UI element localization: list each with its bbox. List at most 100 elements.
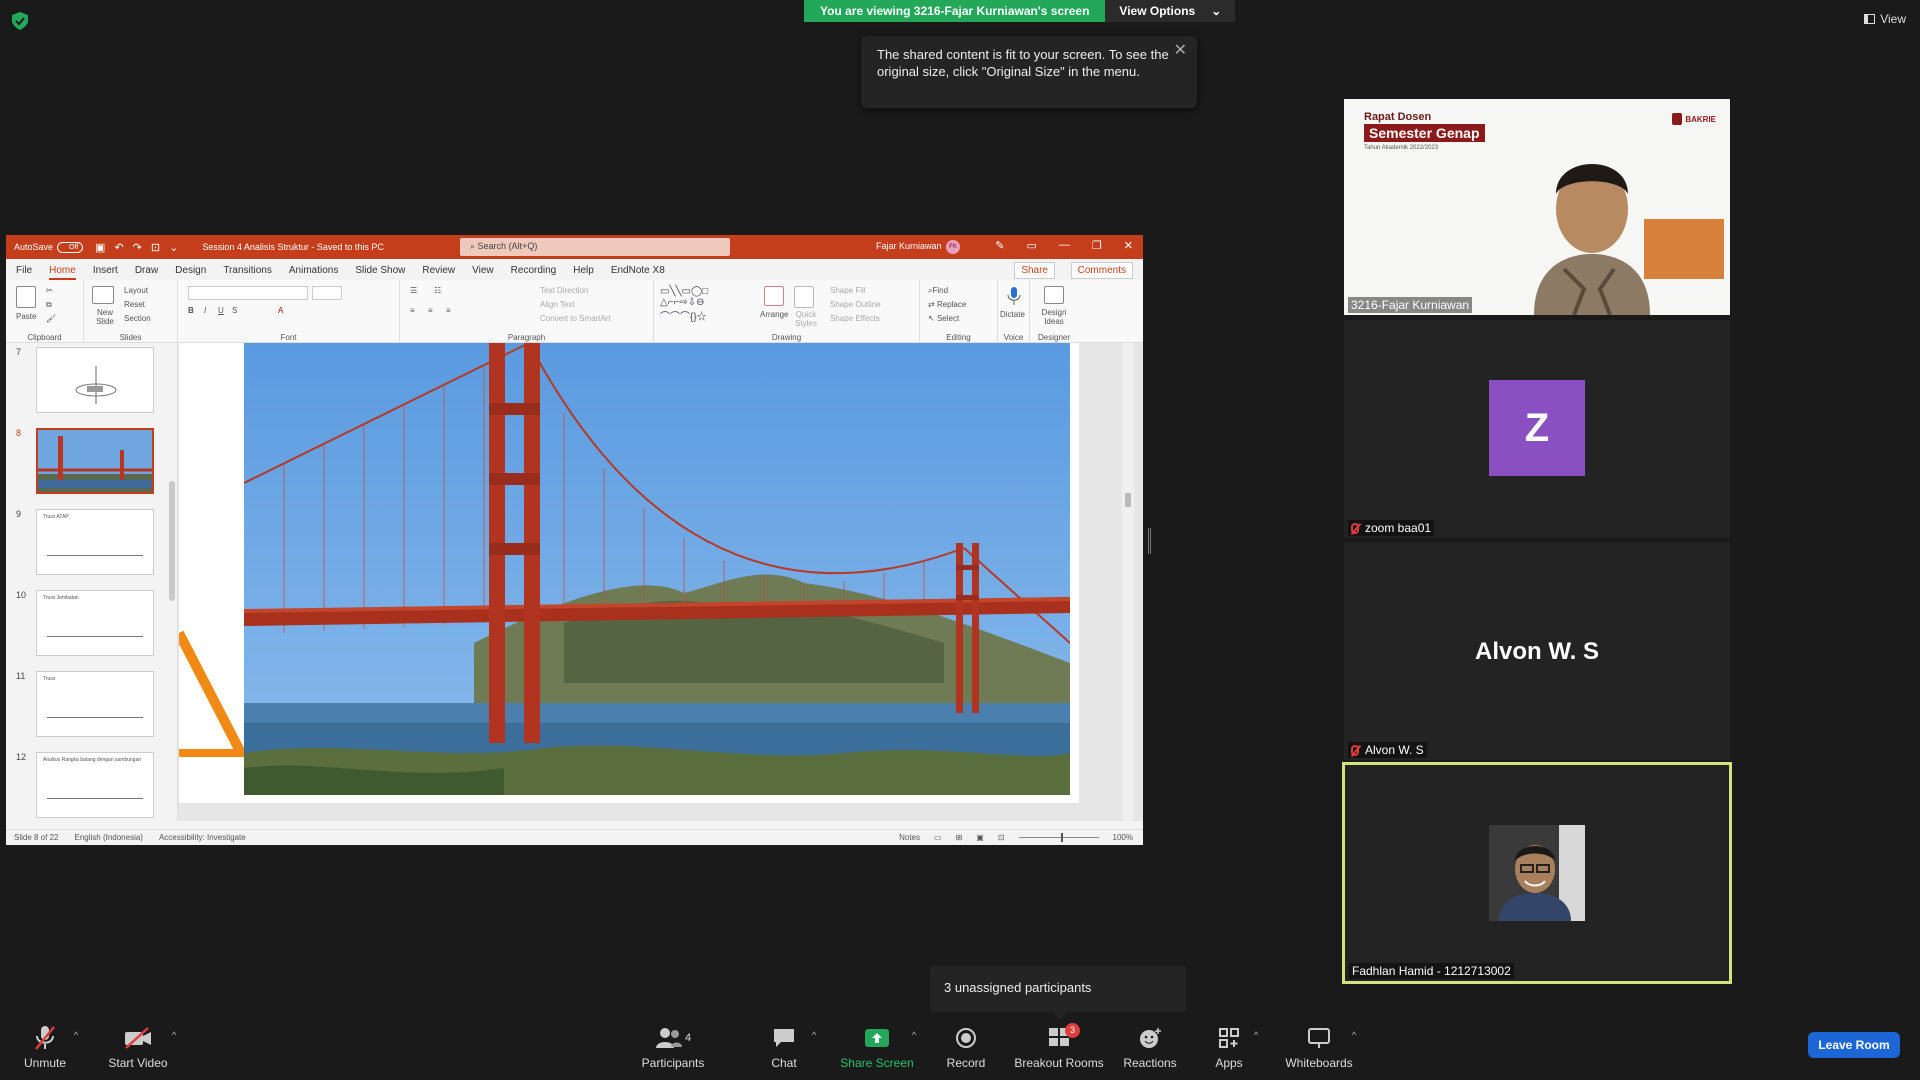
bold-icon[interactable]: B bbox=[188, 306, 194, 315]
tab-slide-show[interactable]: Slide Show bbox=[355, 265, 405, 280]
autosave-toggle[interactable]: AutoSave Off bbox=[14, 241, 84, 253]
align-text-button[interactable]: Align Text bbox=[540, 300, 575, 309]
tab-endnote[interactable]: EndNote X8 bbox=[611, 265, 665, 280]
tab-draw[interactable]: Draw bbox=[135, 265, 158, 280]
video-tile-fadhlan[interactable]: Fadhlan Hamid - 1212713002 bbox=[1342, 762, 1732, 984]
align-left-icon[interactable]: ≡ bbox=[410, 306, 415, 315]
undo-icon[interactable]: ↶ bbox=[114, 241, 123, 254]
slideshow-icon[interactable]: ⊡ bbox=[998, 833, 1005, 842]
tab-review[interactable]: Review bbox=[422, 265, 455, 280]
font-name-select[interactable] bbox=[188, 286, 308, 300]
reading-view-icon[interactable]: ▣ bbox=[976, 833, 984, 842]
reactions-button[interactable]: Reactions bbox=[1122, 1024, 1178, 1070]
comments-button[interactable]: Comments bbox=[1070, 262, 1133, 279]
shapes-gallery[interactable]: ▭╲╲▭◯□ △⌐⌐⇨⇩⊖ ⌒⌒⌒{}☆ bbox=[660, 286, 750, 326]
zoom-slider[interactable] bbox=[1018, 833, 1099, 842]
text-direction-button[interactable]: Text Direction bbox=[540, 286, 588, 295]
tab-view[interactable]: View bbox=[472, 265, 494, 280]
search-input[interactable]: ⌕ Search (Alt+Q) bbox=[460, 238, 730, 256]
section-button[interactable]: Section bbox=[124, 314, 151, 323]
paste-icon[interactable] bbox=[16, 286, 36, 308]
tab-insert[interactable]: Insert bbox=[93, 265, 118, 280]
new-slide-icon[interactable] bbox=[92, 286, 114, 304]
layout-button[interactable]: Layout bbox=[124, 286, 148, 295]
participants-button[interactable]: 4 Participants bbox=[640, 1024, 706, 1070]
shape-outline-button[interactable]: Shape Outline bbox=[830, 300, 881, 309]
user-name[interactable]: Fajar Kurniawan bbox=[876, 241, 942, 251]
share-screen-button[interactable]: Share Screen bbox=[840, 1024, 914, 1070]
font-color-icon[interactable]: A bbox=[278, 306, 283, 315]
find-button[interactable]: ⌕Find bbox=[928, 286, 948, 296]
slide-scrollbar[interactable] bbox=[1122, 343, 1134, 821]
view-button[interactable]: View bbox=[1864, 12, 1906, 26]
leave-room-button[interactable]: Leave Room bbox=[1808, 1032, 1900, 1058]
unmute-button[interactable]: Unmute bbox=[20, 1024, 70, 1070]
zoom-level[interactable]: 100% bbox=[1113, 833, 1133, 842]
shared-screen[interactable]: AutoSave Off ▣ ↶ ↷ ⊡ ⌄ Session 4 Analisi… bbox=[6, 235, 1143, 845]
copy-icon[interactable]: ⧉ bbox=[46, 300, 52, 310]
microphone-icon[interactable] bbox=[1006, 286, 1022, 306]
numbering-icon[interactable]: ☷ bbox=[434, 286, 441, 295]
view-options-button[interactable]: View Options ⌄ bbox=[1105, 0, 1236, 22]
shape-fill-button[interactable]: Shape Fill bbox=[830, 286, 866, 295]
video-tile-zoom-baa01[interactable]: Z zoom baa01 bbox=[1344, 320, 1730, 538]
tab-recording[interactable]: Recording bbox=[511, 265, 557, 280]
slide-sorter-icon[interactable]: ⊞ bbox=[956, 833, 963, 842]
cut-icon[interactable]: ✂ bbox=[46, 286, 53, 295]
present-icon[interactable]: ⊡ bbox=[151, 241, 160, 254]
chevron-up-icon[interactable]: ^ bbox=[74, 1030, 78, 1040]
design-ideas-button[interactable]: Design Ideas bbox=[1038, 308, 1070, 326]
apps-button[interactable]: Apps bbox=[1214, 1024, 1244, 1070]
design-ideas-icon[interactable] bbox=[1044, 286, 1064, 304]
chevron-up-icon[interactable]: ^ bbox=[172, 1030, 176, 1040]
start-video-button[interactable]: Start Video bbox=[106, 1024, 170, 1070]
restore-icon[interactable]: ❐ bbox=[1092, 239, 1102, 252]
tab-file[interactable]: File bbox=[16, 265, 32, 280]
share-button[interactable]: Share bbox=[1014, 262, 1055, 279]
redo-icon[interactable]: ↷ bbox=[133, 241, 142, 254]
unassigned-participants-popup[interactable]: 3 unassigned participants bbox=[930, 966, 1186, 1020]
normal-view-icon[interactable]: ▭ bbox=[934, 833, 942, 842]
avatar[interactable]: FK bbox=[946, 240, 960, 254]
video-tile-alvon[interactable]: Alvon W. S Alvon W. S bbox=[1344, 542, 1730, 760]
chevron-up-icon[interactable]: ^ bbox=[1352, 1030, 1356, 1040]
replace-button[interactable]: ⇄ Replace bbox=[928, 300, 966, 309]
breakout-rooms-button[interactable]: 3 Breakout Rooms bbox=[1012, 1022, 1106, 1070]
format-painter-icon[interactable]: 🖌 bbox=[46, 314, 56, 323]
ribbon-display-icon[interactable]: ▭ bbox=[1027, 239, 1037, 252]
shape-effects-button[interactable]: Shape Effects bbox=[830, 314, 880, 323]
thumbnail-scrollbar[interactable] bbox=[168, 351, 176, 811]
bullets-icon[interactable]: ☰ bbox=[410, 286, 417, 295]
arrange-icon[interactable] bbox=[764, 286, 784, 306]
chat-button[interactable]: Chat bbox=[766, 1024, 802, 1070]
italic-icon[interactable]: I bbox=[204, 306, 206, 315]
chevron-up-icon[interactable]: ^ bbox=[1254, 1030, 1258, 1040]
dictate-button[interactable]: Dictate bbox=[1000, 310, 1025, 319]
tab-transitions[interactable]: Transitions bbox=[223, 265, 272, 280]
minimize-icon[interactable]: — bbox=[1059, 239, 1070, 252]
close-icon[interactable]: ✕ bbox=[1124, 239, 1133, 252]
current-slide[interactable] bbox=[179, 343, 1079, 803]
align-center-icon[interactable]: ≡ bbox=[428, 306, 433, 315]
tab-animations[interactable]: Animations bbox=[289, 265, 338, 280]
language[interactable]: English (Indonesia) bbox=[74, 833, 142, 842]
tab-home[interactable]: Home bbox=[49, 265, 76, 280]
notes-button[interactable]: Notes bbox=[899, 833, 920, 842]
accessibility-status[interactable]: Accessibility: Investigate bbox=[159, 833, 246, 842]
quick-styles-icon[interactable] bbox=[794, 286, 814, 308]
view-splitter[interactable] bbox=[1148, 528, 1151, 554]
whiteboards-button[interactable]: Whiteboards bbox=[1284, 1024, 1354, 1070]
video-tile-fajar[interactable]: Rapat Dosen Semester Genap Tahun Akademi… bbox=[1344, 99, 1730, 315]
convert-smartart-button[interactable]: Convert to SmartArt bbox=[540, 314, 611, 323]
arrange-button[interactable]: Arrange bbox=[760, 310, 788, 319]
chevron-up-icon[interactable]: ^ bbox=[912, 1030, 916, 1040]
record-button[interactable]: Record bbox=[944, 1024, 988, 1070]
customize-icon[interactable]: ⌄ bbox=[169, 241, 178, 254]
chevron-up-icon[interactable]: ^ bbox=[812, 1030, 816, 1040]
tab-design[interactable]: Design bbox=[175, 265, 206, 280]
new-slide-button[interactable]: New Slide bbox=[90, 308, 120, 326]
quick-styles-button[interactable]: Quick Styles bbox=[792, 310, 820, 328]
select-button[interactable]: ↖ Select bbox=[928, 314, 959, 323]
paste-button[interactable]: Paste bbox=[16, 312, 36, 321]
shadow-icon[interactable]: S bbox=[232, 306, 237, 315]
